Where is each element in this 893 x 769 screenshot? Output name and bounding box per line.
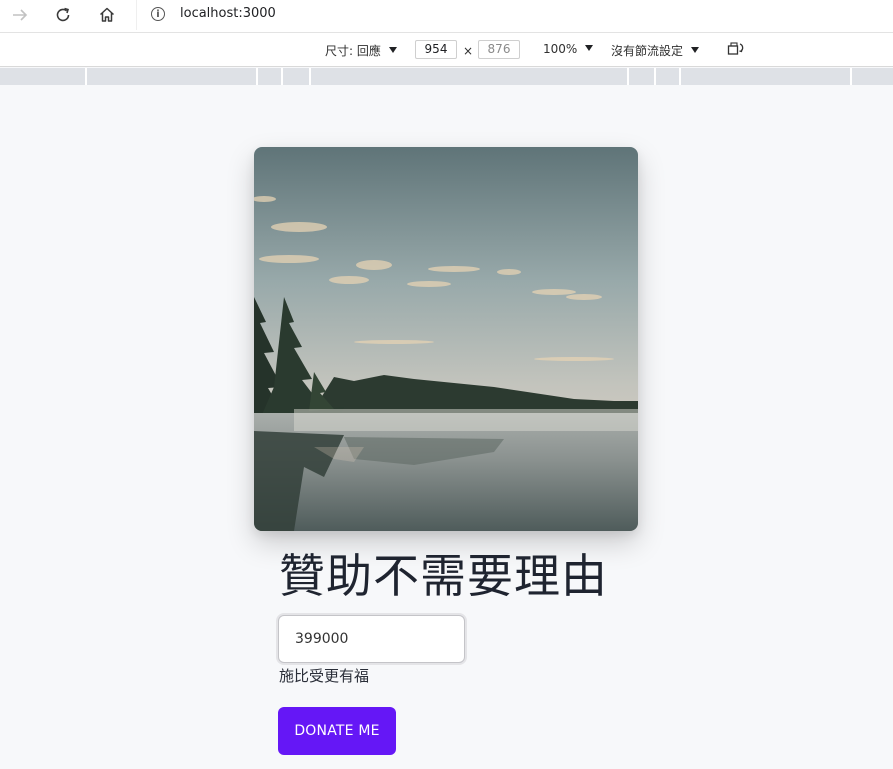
height-input[interactable]: 876: [478, 40, 520, 59]
rotate-button[interactable]: [727, 40, 745, 59]
zoom-label: 100%: [543, 42, 578, 56]
ruler-tick: [85, 68, 87, 85]
info-icon[interactable]: i: [151, 7, 165, 21]
donation-amount-input[interactable]: [278, 615, 465, 663]
chevron-down-icon: [585, 45, 594, 51]
donate-button[interactable]: DONATE ME: [278, 707, 396, 755]
ruler-tick: [256, 68, 258, 85]
dimension-separator: ×: [463, 44, 474, 58]
throttling-label: 沒有節流設定: [611, 44, 684, 58]
zoom-dropdown[interactable]: 100%: [543, 42, 594, 56]
chevron-down-icon: [691, 47, 700, 53]
lake-photo: [254, 147, 638, 531]
ruler-tick: [679, 68, 681, 85]
ruler-tick: [627, 68, 629, 85]
home-button[interactable]: [89, 0, 125, 30]
arrow-right-icon: [13, 9, 28, 21]
ruler-tick: [654, 68, 656, 85]
reload-icon: [56, 7, 70, 22]
reload-button[interactable]: [45, 0, 81, 30]
ruler-tick: [850, 68, 852, 85]
device-toolbar: 尺寸: 回應 954 × 876 100% 沒有節流設定: [0, 33, 893, 67]
dimension-dropdown[interactable]: 尺寸: 回應: [325, 42, 397, 59]
page-title: 贊助不需要理由: [279, 549, 608, 603]
forward-button[interactable]: [2, 0, 38, 30]
helper-text: 施比受更有福: [279, 667, 370, 685]
media-query-ruler[interactable]: [0, 68, 893, 85]
home-icon: [99, 7, 115, 22]
browser-toolbar: i localhost:3000: [0, 0, 893, 33]
url-text: localhost:3000: [180, 6, 276, 21]
chevron-down-icon: [388, 47, 397, 53]
width-input[interactable]: 954: [415, 40, 457, 59]
throttling-dropdown[interactable]: 沒有節流設定: [611, 42, 700, 59]
ruler-tick: [309, 68, 311, 85]
lake-photo-image: [254, 147, 638, 531]
dimension-label: 尺寸: 回應: [325, 44, 381, 58]
ruler-tick: [281, 68, 283, 85]
rotate-icon: [727, 42, 744, 55]
address-bar[interactable]: i localhost:3000: [136, 0, 893, 30]
